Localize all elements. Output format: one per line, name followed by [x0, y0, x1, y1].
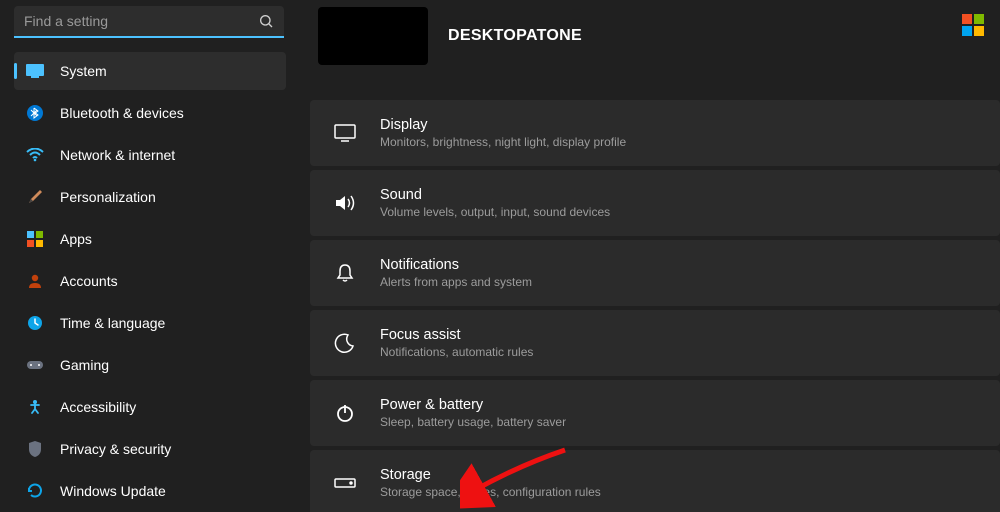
bluetooth-icon: [26, 104, 44, 122]
card-title: Power & battery: [380, 397, 566, 413]
sidebar-item-label: Network & internet: [60, 147, 276, 163]
card-title: Sound: [380, 187, 610, 203]
card-sub: Monitors, brightness, night light, displ…: [380, 135, 626, 149]
sidebar-item-personalization[interactable]: Personalization: [14, 178, 286, 216]
clock-icon: [26, 314, 44, 332]
sidebar-item-label: Gaming: [60, 357, 276, 373]
sidebar-item-accessibility[interactable]: Accessibility: [14, 388, 286, 426]
card-title: Storage: [380, 467, 601, 483]
card-storage[interactable]: Storage Storage space, drives, configura…: [310, 450, 1000, 512]
sidebar-item-label: Privacy & security: [60, 441, 276, 457]
system-icon: [26, 62, 44, 80]
update-icon: [26, 482, 44, 500]
sound-icon: [332, 190, 358, 216]
user-avatar[interactable]: [318, 7, 428, 65]
accessibility-icon: [26, 398, 44, 416]
sidebar-item-label: Time & language: [60, 315, 276, 331]
card-power-battery[interactable]: Power & battery Sleep, battery usage, ba…: [310, 380, 1000, 446]
sidebar-item-label: Windows Update: [60, 483, 276, 499]
sidebar-item-windows-update[interactable]: Windows Update: [14, 472, 286, 510]
sidebar-item-label: Personalization: [60, 189, 276, 205]
card-sub: Sleep, battery usage, battery saver: [380, 415, 566, 429]
card-notifications[interactable]: Notifications Alerts from apps and syste…: [310, 240, 1000, 306]
card-sub: Notifications, automatic rules: [380, 345, 533, 359]
sidebar-item-label: Bluetooth & devices: [60, 105, 276, 121]
sidebar-item-label: System: [60, 63, 276, 79]
card-title: Notifications: [380, 257, 532, 273]
settings-cards: Display Monitors, brightness, night ligh…: [310, 100, 1000, 512]
gaming-icon: [26, 356, 44, 374]
windows-logo-icon: [962, 14, 984, 36]
moon-icon: [332, 330, 358, 356]
sidebar-item-accounts[interactable]: Accounts: [14, 262, 286, 300]
content: DESKTOPATONE Display Monitors, brightnes…: [300, 0, 1000, 512]
sidebar-item-time-language[interactable]: Time & language: [14, 304, 286, 342]
sidebar-item-gaming[interactable]: Gaming: [14, 346, 286, 384]
sidebar-item-network[interactable]: Network & internet: [14, 136, 286, 174]
sidebar-item-system[interactable]: System: [14, 52, 286, 90]
card-title: Display: [380, 117, 626, 133]
user-name: DESKTOPATONE: [448, 27, 582, 45]
card-focus-assist[interactable]: Focus assist Notifications, automatic ru…: [310, 310, 1000, 376]
sidebar: System Bluetooth & devices Network & int…: [0, 0, 300, 512]
person-icon: [26, 272, 44, 290]
sidebar-item-apps[interactable]: Apps: [14, 220, 286, 258]
brush-icon: [26, 188, 44, 206]
sidebar-item-label: Apps: [60, 231, 276, 247]
nav: System Bluetooth & devices Network & int…: [14, 52, 286, 510]
sidebar-item-privacy[interactable]: Privacy & security: [14, 430, 286, 468]
sidebar-item-label: Accounts: [60, 273, 276, 289]
apps-icon: [26, 230, 44, 248]
display-icon: [332, 120, 358, 146]
sidebar-item-bluetooth[interactable]: Bluetooth & devices: [14, 94, 286, 132]
card-title: Focus assist: [380, 327, 533, 343]
card-sound[interactable]: Sound Volume levels, output, input, soun…: [310, 170, 1000, 236]
card-display[interactable]: Display Monitors, brightness, night ligh…: [310, 100, 1000, 166]
wifi-icon: [26, 146, 44, 164]
sidebar-item-label: Accessibility: [60, 399, 276, 415]
card-sub: Storage space, drives, configuration rul…: [380, 485, 601, 499]
power-icon: [332, 400, 358, 426]
header: DESKTOPATONE: [310, 0, 1000, 68]
card-sub: Volume levels, output, input, sound devi…: [380, 205, 610, 219]
search-icon: [258, 13, 274, 29]
shield-icon: [26, 440, 44, 458]
card-sub: Alerts from apps and system: [380, 275, 532, 289]
search-input[interactable]: [14, 6, 284, 38]
storage-icon: [332, 470, 358, 496]
search-input-field[interactable]: [24, 13, 258, 29]
bell-icon: [332, 260, 358, 286]
